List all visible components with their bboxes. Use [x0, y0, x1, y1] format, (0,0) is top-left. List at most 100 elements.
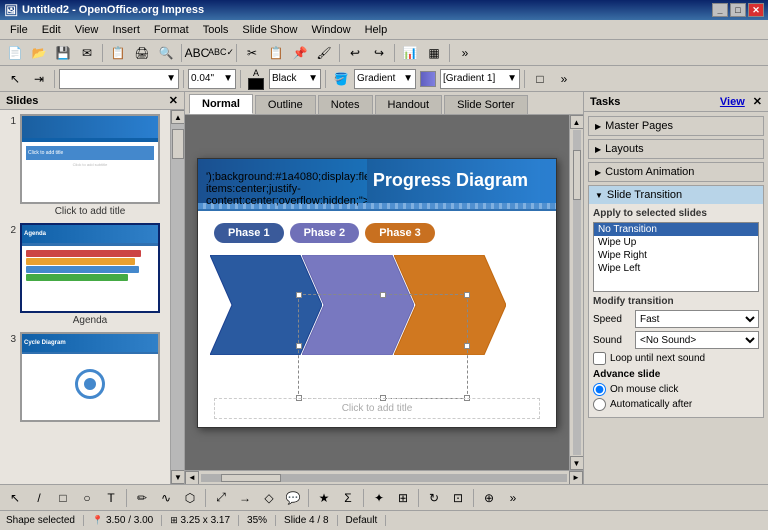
chevrons-container[interactable]	[198, 247, 556, 363]
print-button[interactable]: 🖨	[131, 42, 153, 64]
close-tasks-button[interactable]: ✕	[753, 95, 762, 108]
arrow-tool-button[interactable]: →	[234, 487, 256, 509]
slide-transition-header[interactable]: ▼ Slide Transition	[589, 186, 763, 204]
tab-outline[interactable]: Outline	[255, 95, 316, 114]
3d-rotate-button[interactable]: ↻	[423, 487, 445, 509]
connector-tool-button[interactable]: ⤢	[210, 487, 232, 509]
snap-button[interactable]: ⊡	[447, 487, 469, 509]
line-tool-button[interactable]: /	[28, 487, 50, 509]
paste-button[interactable]: 📌	[289, 42, 311, 64]
slide-thumb-2[interactable]: Agenda	[20, 223, 160, 313]
polygon-tool-button[interactable]: ⬡	[179, 487, 201, 509]
more-button[interactable]: »	[454, 42, 476, 64]
menu-file[interactable]: File	[4, 23, 34, 37]
text-tool-button[interactable]: T	[100, 487, 122, 509]
close-button[interactable]: ✕	[748, 3, 764, 17]
align-tool-button[interactable]: ⊞	[392, 487, 414, 509]
menu-slideshow[interactable]: Slide Show	[236, 23, 303, 37]
pdf-button[interactable]: 📋	[107, 42, 129, 64]
select-tool-button[interactable]: ↖	[4, 487, 26, 509]
more-drawing-button[interactable]: »	[502, 487, 524, 509]
trans-item-wipe-left[interactable]: Wipe Left	[594, 262, 758, 275]
insert-button[interactable]: ⊕	[478, 487, 500, 509]
slide-item-2[interactable]: 2 Agenda	[4, 223, 166, 326]
callout-tool-button[interactable]: 💬	[282, 487, 304, 509]
task-section-layouts[interactable]: ▶ Layouts	[588, 139, 764, 159]
copy-button[interactable]: 📋	[265, 42, 287, 64]
effects-tool-button[interactable]: ✦	[368, 487, 390, 509]
flow-tool-button[interactable]: ◇	[258, 487, 280, 509]
more2-button[interactable]: »	[553, 68, 575, 90]
tab-notes[interactable]: Notes	[318, 95, 373, 114]
undo-button[interactable]: ↩	[344, 42, 366, 64]
menu-format[interactable]: Format	[148, 23, 195, 37]
email-button[interactable]: ✉	[76, 42, 98, 64]
save-button[interactable]: 💾	[52, 42, 74, 64]
canvas-hscroll-left[interactable]: ◄	[185, 471, 199, 485]
fill-button[interactable]: 🪣	[330, 68, 352, 90]
task-section-custom-animation[interactable]: ▶ Custom Animation	[588, 162, 764, 182]
ellipse-tool-button[interactable]: ○	[76, 487, 98, 509]
pointer-button[interactable]: ↖	[4, 68, 26, 90]
symbol-tool-button[interactable]: Σ	[337, 487, 359, 509]
rect-tool-button[interactable]: □	[52, 487, 74, 509]
trans-item-none[interactable]: No Transition	[594, 223, 758, 236]
star-tool-button[interactable]: ★	[313, 487, 335, 509]
tab-slide-sorter[interactable]: Slide Sorter	[444, 95, 527, 114]
master-pages-header[interactable]: ▶ Master Pages	[589, 117, 763, 135]
fill-type-dropdown[interactable]: Gradient ▼	[354, 69, 416, 89]
font-name-dropdown[interactable]: ▼	[59, 69, 179, 89]
tasks-view-button[interactable]: View	[716, 96, 749, 108]
shadow-button[interactable]: □	[529, 68, 551, 90]
task-section-master-pages[interactable]: ▶ Master Pages	[588, 116, 764, 136]
trans-item-wipe-right[interactable]: Wipe Right	[594, 249, 758, 262]
tab-order-button[interactable]: ⇥	[28, 68, 50, 90]
spellcheck2-button[interactable]: ABC✓	[210, 42, 232, 64]
close-slides-button[interactable]: ✕	[169, 94, 178, 107]
pencil-tool-button[interactable]: ✏	[131, 487, 153, 509]
tab-normal[interactable]: Normal	[189, 94, 253, 114]
canvas-vscroll-up[interactable]: ▲	[570, 115, 584, 129]
new-button[interactable]: 📄	[4, 42, 26, 64]
menu-edit[interactable]: Edit	[36, 23, 67, 37]
auto-after-radio[interactable]	[593, 398, 606, 411]
slides-scroll-thumb[interactable]	[172, 129, 184, 159]
sound-select[interactable]: <No Sound>	[635, 331, 759, 349]
format-brush-button[interactable]: 🖌	[313, 42, 335, 64]
canvas-vscroll-down[interactable]: ▼	[570, 456, 584, 470]
preview-button[interactable]: 🔍	[155, 42, 177, 64]
canvas-hscroll-thumb[interactable]	[221, 474, 281, 482]
redo-button[interactable]: ↪	[368, 42, 390, 64]
color-name-dropdown[interactable]: Black ▼	[269, 69, 321, 89]
menu-view[interactable]: View	[69, 23, 105, 37]
table-button[interactable]: ▦	[423, 42, 445, 64]
slide-thumb-1[interactable]: Click to add title Click to add subtitle	[20, 114, 160, 204]
gradient-name-dropdown[interactable]: [Gradient 1] ▼	[440, 69, 520, 89]
slide-item-3[interactable]: 3 Cycle Diagram	[4, 332, 166, 424]
canvas-vscroll-thumb[interactable]	[573, 150, 581, 200]
menu-window[interactable]: Window	[305, 23, 356, 37]
slide-canvas-wrapper[interactable]: ');background:#1a4080;display:flex;align…	[185, 115, 569, 470]
slides-scroll-down[interactable]: ▼	[171, 470, 184, 484]
open-button[interactable]: 📂	[28, 42, 50, 64]
chart-button[interactable]: 📊	[399, 42, 421, 64]
menu-tools[interactable]: Tools	[197, 23, 235, 37]
click-to-add-title[interactable]: Click to add title	[214, 398, 540, 419]
task-section-slide-transition[interactable]: ▼ Slide Transition Apply to selected sli…	[588, 185, 764, 418]
canvas-hscroll-right[interactable]: ►	[569, 471, 583, 485]
line-color-button[interactable]: A	[245, 68, 267, 90]
menu-insert[interactable]: Insert	[106, 23, 146, 37]
speed-select[interactable]: Fast	[635, 310, 759, 328]
size-dropdown[interactable]: 0.04" ▼	[188, 69, 236, 89]
tab-handout[interactable]: Handout	[375, 95, 443, 114]
loop-checkbox[interactable]	[593, 352, 606, 365]
layouts-header[interactable]: ▶ Layouts	[589, 140, 763, 158]
trans-item-wipe-up[interactable]: Wipe Up	[594, 236, 758, 249]
spellcheck-button[interactable]: ABC	[186, 42, 208, 64]
mouse-click-radio[interactable]	[593, 383, 606, 396]
slide-thumb-3[interactable]: Cycle Diagram	[20, 332, 160, 422]
minimize-button[interactable]: _	[712, 3, 728, 17]
slide-item-1[interactable]: 1 Click to add title Click to add subtit…	[4, 114, 166, 217]
maximize-button[interactable]: □	[730, 3, 746, 17]
menu-help[interactable]: Help	[359, 23, 394, 37]
